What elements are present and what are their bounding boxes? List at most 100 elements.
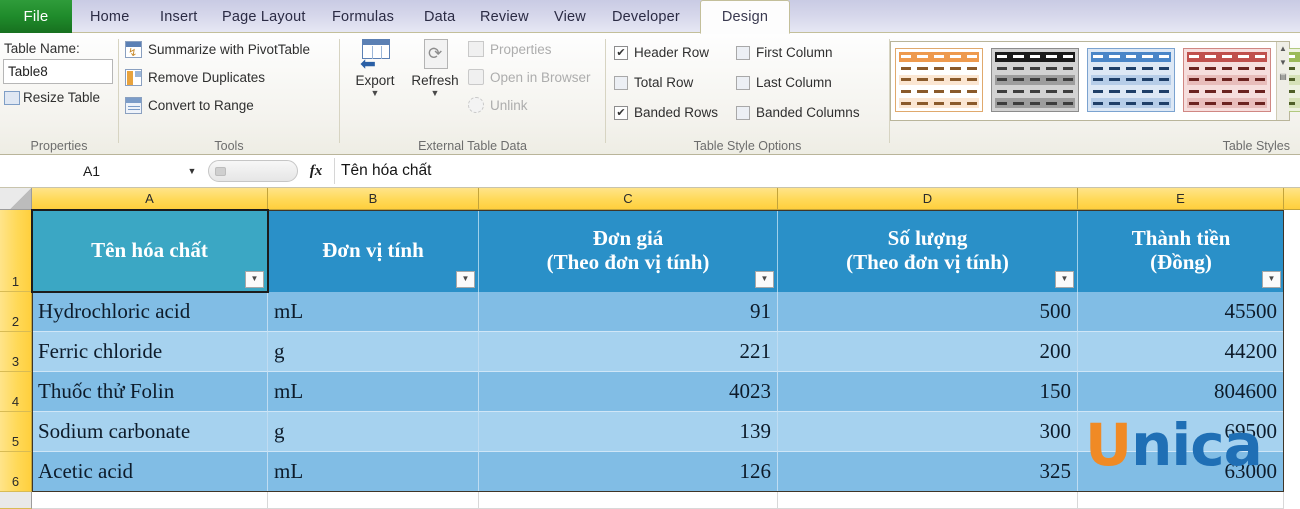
table-style-preview-cell [1061,52,1075,62]
table-header-cell-b1[interactable]: Đơn vị tính ▼ [268,210,479,292]
filter-button-a[interactable]: ▼ [245,271,264,288]
column-header-c[interactable]: C [479,188,778,210]
cell-E2[interactable]: 45500 [1078,292,1284,332]
cell-A4[interactable]: Thuốc thử Folin [32,372,268,412]
table-style-swatch-blue[interactable] [1087,48,1175,112]
table-style-preview-cell [1236,75,1250,85]
table-style-preview-cell [1253,98,1267,108]
checkbox-banded-columns[interactable]: Banded Columns [736,105,860,120]
row-header-2[interactable]: 2 [0,292,32,332]
unlink-button[interactable]: Unlink [468,97,528,113]
column-header-e[interactable]: E [1078,188,1284,210]
tab-view[interactable]: View [544,0,596,33]
empty-cell-d7[interactable] [778,492,1078,509]
column-header-a[interactable]: A [32,188,268,210]
row-header-6[interactable]: 6 [0,452,32,492]
table-header-cell-d1[interactable]: Số lượng (Theo đơn vị tính) ▼ [778,210,1078,292]
checkbox-header-row[interactable]: ✔ Header Row [614,45,709,60]
column-header-f[interactable] [1284,188,1300,210]
table-properties-button[interactable]: Properties [468,41,552,57]
remove-duplicates-button[interactable]: Remove Duplicates [125,69,265,86]
formula-input[interactable]: Tên hóa chất [334,158,1300,184]
cell-E3[interactable]: 44200 [1078,332,1284,372]
table-header-cell-a1[interactable]: Tên hóa chất ▼ [32,210,268,292]
checkbox-last-column[interactable]: Last Column [736,75,832,90]
row-header-4[interactable]: 4 [0,372,32,412]
table-style-swatch-orange[interactable] [895,48,983,112]
column-header-d[interactable]: D [778,188,1078,210]
cell-A5[interactable]: Sodium carbonate [32,412,268,452]
cell-B3[interactable]: g [268,332,479,372]
table-style-preview-cell [899,98,913,108]
total-row-label: Total Row [634,75,694,90]
checkbox-total-row[interactable]: Total Row [614,75,693,90]
filter-button-c[interactable]: ▼ [755,271,774,288]
export-button[interactable]: ⬅ Export ▼ [346,39,404,98]
table-style-swatch-red[interactable] [1183,48,1271,112]
cell-E4[interactable]: 804600 [1078,372,1284,412]
open-in-browser-button[interactable]: Open in Browser [468,69,591,85]
name-box-dropdown-icon[interactable]: ▼ [179,166,205,176]
cell-D6[interactable]: 325 [778,452,1078,492]
select-all-corner[interactable] [0,188,32,210]
row-header-7[interactable] [0,492,32,509]
summarize-with-pivottable-button[interactable]: Summarize with PivotTable [125,41,310,59]
empty-cell-a7[interactable] [32,492,268,509]
convert-to-range-button[interactable]: Convert to Range [125,97,254,114]
tab-file[interactable]: File [0,0,72,33]
cell-B6[interactable]: mL [268,452,479,492]
cell-E5[interactable]: 69500 [1078,412,1284,452]
table-styles-scrollbar[interactable]: ▲ ▼ ▤ [1276,42,1289,120]
cell-A6[interactable]: Acetic acid [32,452,268,492]
cell-D2[interactable]: 500 [778,292,1078,332]
cell-C5[interactable]: 139 [479,412,778,452]
cell-C2[interactable]: 91 [479,292,778,332]
table-styles-gallery[interactable]: ▲ ▼ ▤ [890,41,1300,121]
tab-review[interactable]: Review [470,0,539,33]
row-header-1[interactable]: 1 [0,210,32,292]
table-style-preview-cell [1091,75,1105,85]
tab-design[interactable]: Design [700,0,790,34]
cell-B5[interactable]: g [268,412,479,452]
cell-D4[interactable]: 150 [778,372,1078,412]
cell-C4[interactable]: 4023 [479,372,778,412]
table-header-cell-e1[interactable]: Thành tiền (Đồng) ▼ [1078,210,1284,292]
tab-developer[interactable]: Developer [602,0,690,33]
cell-D5[interactable]: 300 [778,412,1078,452]
tab-data[interactable]: Data [414,0,465,33]
row-header-5[interactable]: 5 [0,412,32,452]
cell-A3[interactable]: Ferric chloride [32,332,268,372]
formula-bar-buttons[interactable] [208,160,298,182]
cell-D3[interactable]: 200 [778,332,1078,372]
cell-A2[interactable]: Hydrochloric acid [32,292,268,332]
table-name-input[interactable]: Table8 [3,59,113,84]
cell-C6[interactable]: 126 [479,452,778,492]
table-header-cell-c1[interactable]: Đơn giá (Theo đơn vị tính) ▼ [479,210,778,292]
row-header-3[interactable]: 3 [0,332,32,372]
cell-C3[interactable]: 221 [479,332,778,372]
table-style-swatch-black[interactable] [991,48,1079,112]
checkbox-banded-rows[interactable]: ✔ Banded Rows [614,105,718,120]
tab-home[interactable]: Home [80,0,139,33]
tab-formulas[interactable]: Formulas [322,0,404,33]
filter-button-e[interactable]: ▼ [1262,271,1281,288]
tab-page-layout[interactable]: Page Layout [212,0,316,33]
cell-B4[interactable]: mL [268,372,479,412]
filter-button-b[interactable]: ▼ [456,271,475,288]
insert-function-icon[interactable]: fx [298,163,334,180]
name-box[interactable]: A1 [4,159,179,183]
empty-cell-c7[interactable] [479,492,778,509]
empty-cell-b7[interactable] [268,492,479,509]
export-dropdown-arrow[interactable]: ▼ [371,89,380,98]
table-style-preview-cell [1028,87,1042,97]
tab-insert[interactable]: Insert [150,0,207,33]
checkbox-first-column[interactable]: First Column [736,45,833,60]
filter-button-d[interactable]: ▼ [1055,271,1074,288]
resize-table-button[interactable]: Resize Table [4,90,100,105]
empty-cell-e7[interactable] [1078,492,1284,509]
refresh-dropdown-arrow[interactable]: ▼ [431,89,440,98]
column-header-b[interactable]: B [268,188,479,210]
cell-B2[interactable]: mL [268,292,479,332]
refresh-button[interactable]: ⟳ Refresh ▼ [406,39,464,98]
cell-E6[interactable]: 63000 [1078,452,1284,492]
